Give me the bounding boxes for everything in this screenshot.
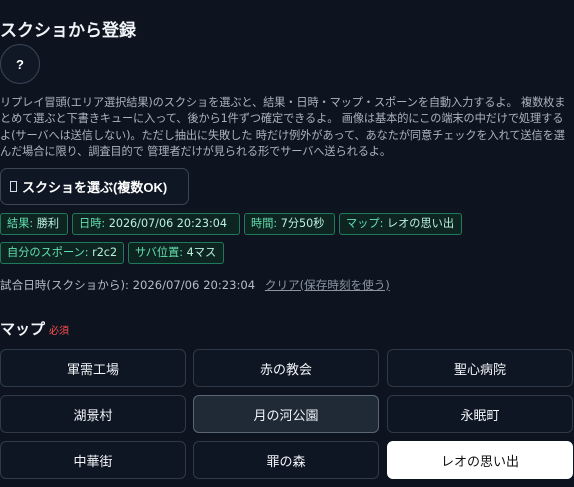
file-icon: [10, 181, 17, 192]
map-option-munitions-factory[interactable]: 軍需工場: [0, 349, 186, 387]
screenshot-register-page: スクショから登録 ? リプレイ冒頭(エリア選択結果)のスクショを選ぶと、結果・日…: [0, 0, 574, 487]
map-option-china-town[interactable]: 中華街: [0, 441, 186, 479]
map-option-leos-memory[interactable]: レオの思い出: [387, 441, 573, 479]
map-option-sacred-heart-hospital[interactable]: 聖心病院: [387, 349, 573, 387]
description-text: リプレイ冒頭(エリア選択結果)のスクショを選ぶと、結果・日時・マップ・スポーンを…: [0, 96, 566, 158]
badge-map: マップ: レオの思い出: [339, 213, 462, 235]
help-button[interactable]: ?: [0, 44, 40, 84]
match-datetime-row: 試合日時(スクショから): 2026/07/06 20:23:04 クリア(保存…: [0, 277, 390, 293]
badge-server-position: サバ位置: 4マス: [128, 242, 224, 264]
map-option-red-church[interactable]: 赤の教会: [193, 349, 379, 387]
clear-datetime-link[interactable]: クリア(保存時刻を使う): [265, 278, 390, 292]
select-screenshots-button[interactable]: スクショを選ぶ(複数OK): [0, 168, 189, 205]
badge-duration: 時間: 7分50秒: [244, 213, 335, 235]
map-option-forest-of-sin[interactable]: 罪の森: [193, 441, 379, 479]
map-section-label: マップ 必須: [0, 320, 70, 338]
section-title: スクショから登録: [0, 21, 136, 41]
select-screenshots-label: スクショを選ぶ(複数OK): [22, 180, 168, 195]
map-option-eversleeping-town[interactable]: 永眠町: [387, 395, 573, 433]
badge-result: 結果: 勝利: [0, 213, 68, 235]
match-datetime-label: 試合日時(スクショから):: [0, 278, 133, 292]
badge-spawn: 自分のスポーン: r2c2: [0, 242, 124, 264]
map-option-lakeside-village[interactable]: 湖景村: [0, 395, 186, 433]
required-badge: 必須: [49, 326, 70, 337]
match-datetime-value: 2026/07/06 20:23:04: [132, 278, 256, 292]
map-option-moonlit-river-park[interactable]: 月の河公園: [193, 395, 379, 433]
badge-datetime: 日時: 2026/07/06 20:23:04: [72, 213, 240, 235]
